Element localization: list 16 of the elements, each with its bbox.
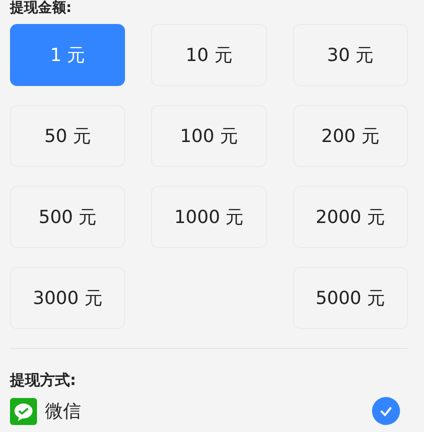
amount-option[interactable]: 200 元 xyxy=(292,105,408,167)
amount-option[interactable]: 50 元 xyxy=(10,105,126,167)
selected-check[interactable] xyxy=(372,397,400,425)
chat-bubble-icon xyxy=(10,398,37,424)
amount-option[interactable]: 100 元 xyxy=(151,105,267,167)
payment-method-label: 微信 xyxy=(45,400,82,423)
amount-option[interactable]: 10 元 xyxy=(151,24,267,86)
amount-option[interactable]: 5000 元 xyxy=(292,267,408,329)
amount-option[interactable]: 500 元 xyxy=(10,186,126,248)
amount-option[interactable]: 30 元 xyxy=(292,24,408,86)
amount-option[interactable]: 1 元 xyxy=(10,24,126,86)
amount-option[interactable]: 1000 元 xyxy=(151,186,267,248)
section-title: 提现金额: xyxy=(10,0,73,16)
amount-option[interactable]: 2000 元 xyxy=(292,186,408,248)
amount-option[interactable]: 3000 元 xyxy=(10,267,126,329)
section-title: 提现方式: xyxy=(10,371,77,389)
